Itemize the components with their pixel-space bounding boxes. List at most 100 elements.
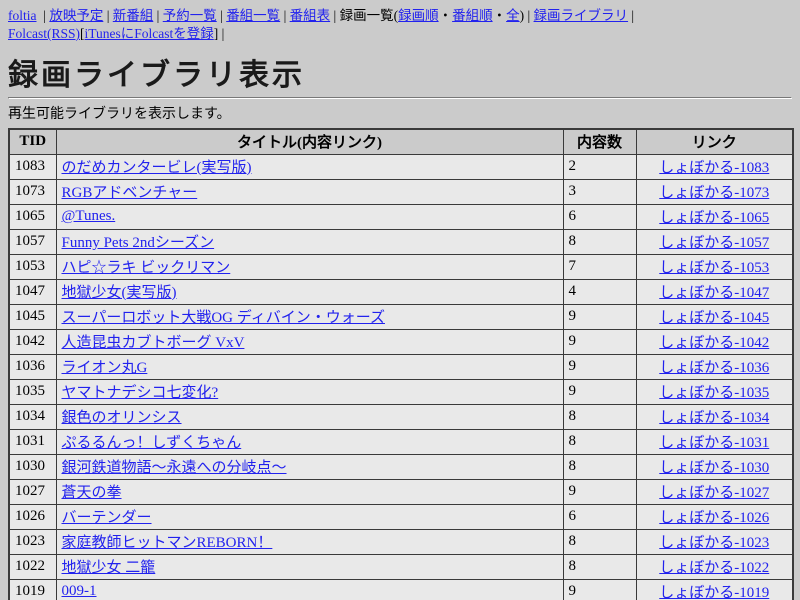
tid-cell: 1057 — [9, 229, 56, 254]
tid-cell: 1026 — [9, 504, 56, 529]
shobokaru-link[interactable]: しょぼかる-1045 — [659, 310, 769, 326]
title-link[interactable]: のだめカンタービレ(実写版) — [62, 160, 252, 176]
shobokaru-link[interactable]: しょぼかる-1036 — [659, 360, 769, 376]
title-cell: 銀河鉄道物語〜永遠への分岐点〜 — [56, 454, 563, 479]
title-cell: 銀色のオリンシス — [56, 404, 563, 429]
title-link[interactable]: @Tunes. — [62, 208, 116, 224]
nav-link[interactable]: Folcast(RSS) — [8, 26, 80, 41]
shobokaru-link[interactable]: しょぼかる-1073 — [659, 185, 769, 201]
nav-link[interactable]: 放映予定 — [49, 8, 103, 23]
nav-link[interactable]: 番組一覧 — [226, 8, 280, 23]
shobokaru-link[interactable]: しょぼかる-1030 — [659, 460, 769, 476]
title-link[interactable]: 蒼天の拳 — [62, 485, 122, 501]
table-row: 1019 009-1 9 しょぼかる-1019 — [9, 579, 793, 600]
count-cell: 3 — [563, 179, 636, 204]
title-cell: バーテンダー — [56, 504, 563, 529]
shobokaru-link[interactable]: しょぼかる-1057 — [659, 235, 769, 251]
count-cell: 9 — [563, 479, 636, 504]
shobokaru-link[interactable]: しょぼかる-1023 — [659, 535, 769, 551]
tid-cell: 1022 — [9, 554, 56, 579]
shobokaru-link[interactable]: しょぼかる-1019 — [659, 585, 769, 600]
nav-link[interactable]: 番組順 — [452, 8, 493, 23]
table-row: 1057Funny Pets 2ndシーズン8しょぼかる-1057 — [9, 229, 793, 254]
shobokaru-link[interactable]: しょぼかる-1026 — [659, 510, 769, 526]
shobokaru-link[interactable]: しょぼかる-1035 — [659, 385, 769, 401]
title-link[interactable]: 銀河鉄道物語〜永遠への分岐点〜 — [62, 460, 287, 476]
title-link[interactable]: 銀色のオリンシス — [62, 410, 182, 426]
shobokaru-link[interactable]: しょぼかる-1053 — [659, 260, 769, 276]
tid-cell: 1042 — [9, 329, 56, 354]
title-link[interactable]: 地獄少女 二籠 — [62, 560, 156, 576]
tid-cell: 1019 — [9, 579, 56, 600]
title-link[interactable]: ハピ☆ラキ ビックリマン — [62, 260, 231, 276]
tid-cell: 1031 — [9, 429, 56, 454]
link-cell: しょぼかる-1057 — [636, 229, 793, 254]
nav-link[interactable]: 全 — [506, 8, 520, 23]
table-row: 1045スーパーロボット大戦OG ディバイン・ウォーズ9しょぼかる-1045 — [9, 304, 793, 329]
tid-cell: 1083 — [9, 154, 56, 179]
title-link[interactable]: ライオン丸G — [62, 360, 148, 376]
table-row: 1036ライオン丸G9しょぼかる-1036 — [9, 354, 793, 379]
title-link[interactable]: 009-1 — [62, 583, 97, 599]
link-cell: しょぼかる-1026 — [636, 504, 793, 529]
title-link[interactable]: 地獄少女(実写版) — [62, 285, 177, 301]
column-header-link: リンク — [636, 129, 793, 154]
title-cell: 家庭教師ヒットマンREBORN！ — [56, 529, 563, 554]
title-cell: @Tunes. — [56, 204, 563, 229]
link-cell: しょぼかる-1022 — [636, 554, 793, 579]
nav-link[interactable]: foltia — [8, 8, 37, 23]
nav-link[interactable]: 録画順 — [398, 8, 439, 23]
tid-cell: 1030 — [9, 454, 56, 479]
count-cell: 8 — [563, 404, 636, 429]
nav-separator: | — [37, 8, 50, 23]
shobokaru-link[interactable]: しょぼかる-1042 — [659, 335, 769, 351]
title-link[interactable]: 家庭教師ヒットマンREBORN！ — [62, 535, 273, 551]
title-link[interactable]: ぷるるんっ！しずくちゃん — [62, 435, 242, 451]
shobokaru-link[interactable]: しょぼかる-1034 — [659, 410, 769, 426]
shobokaru-link[interactable]: しょぼかる-1027 — [659, 485, 769, 501]
title-link[interactable]: ヤマトナデシコ七変化? — [62, 385, 219, 401]
shobokaru-link[interactable]: しょぼかる-1031 — [659, 435, 769, 451]
link-cell: しょぼかる-1042 — [636, 329, 793, 354]
link-cell: しょぼかる-1047 — [636, 279, 793, 304]
table-row: 1031 ぷるるんっ！しずくちゃん 8 しょぼかる-1031 — [9, 429, 793, 454]
count-cell: 8 — [563, 429, 636, 454]
table-row: 1053ハピ☆ラキ ビックリマン7しょぼかる-1053 — [9, 254, 793, 279]
table-row: 1035ヤマトナデシコ七変化?9しょぼかる-1035 — [9, 379, 793, 404]
title-cell: 地獄少女 二籠 — [56, 554, 563, 579]
tid-cell: 1045 — [9, 304, 56, 329]
column-header-tid: TID — [9, 129, 56, 154]
nav-link[interactable]: 録画ライブラリ — [534, 8, 629, 23]
title-link[interactable]: 人造昆虫カブトボーグ VxV — [62, 335, 245, 351]
title-cell: ぷるるんっ！しずくちゃん — [56, 429, 563, 454]
nav-link[interactable]: 新番組 — [113, 8, 154, 23]
title-cell: 人造昆虫カブトボーグ VxV — [56, 329, 563, 354]
count-cell: 9 — [563, 579, 636, 600]
top-navigation: foltia | 放映予定 | 新番組 | 予約一覧 | 番組一覧 | 番組表 … — [8, 7, 792, 43]
shobokaru-link[interactable]: しょぼかる-1065 — [659, 210, 769, 226]
nav-link[interactable]: 予約一覧 — [163, 8, 217, 23]
nav-separator: 録画一覧( — [340, 8, 399, 23]
column-header-count: 内容数 — [563, 129, 636, 154]
title-link[interactable]: バーテンダー — [62, 510, 152, 526]
count-cell: 8 — [563, 454, 636, 479]
table-row: 1042人造昆虫カブトボーグ VxV9しょぼかる-1042 — [9, 329, 793, 354]
nav-link[interactable]: 番組表 — [290, 8, 331, 23]
table-row: 1083のだめカンタービレ(実写版)2しょぼかる-1083 — [9, 154, 793, 179]
title-cell: のだめカンタービレ(実写版) — [56, 154, 563, 179]
shobokaru-link[interactable]: しょぼかる-1022 — [659, 560, 769, 576]
title-link[interactable]: RGBアドベンチャー — [62, 185, 198, 201]
table-row: 1022地獄少女 二籠8しょぼかる-1022 — [9, 554, 793, 579]
nav-line-1: foltia | 放映予定 | 新番組 | 予約一覧 | 番組一覧 | 番組表 … — [8, 7, 792, 25]
nav-separator: | — [280, 8, 289, 23]
title-link[interactable]: Funny Pets 2ndシーズン — [62, 235, 215, 251]
nav-separator: ] | — [214, 26, 225, 41]
shobokaru-link[interactable]: しょぼかる-1047 — [659, 285, 769, 301]
shobokaru-link[interactable]: しょぼかる-1083 — [659, 160, 769, 176]
link-cell: しょぼかる-1031 — [636, 429, 793, 454]
nav-line-2: Folcast(RSS)[iTunesにFolcastを登録] | — [8, 25, 792, 43]
title-link[interactable]: スーパーロボット大戦OG ディバイン・ウォーズ — [62, 310, 385, 326]
library-table: TID タイトル(内容リンク) 内容数 リンク 1083のだめカンタービレ(実写… — [8, 128, 794, 600]
nav-link[interactable]: iTunesにFolcastを登録 — [85, 26, 214, 41]
tid-cell: 1034 — [9, 404, 56, 429]
